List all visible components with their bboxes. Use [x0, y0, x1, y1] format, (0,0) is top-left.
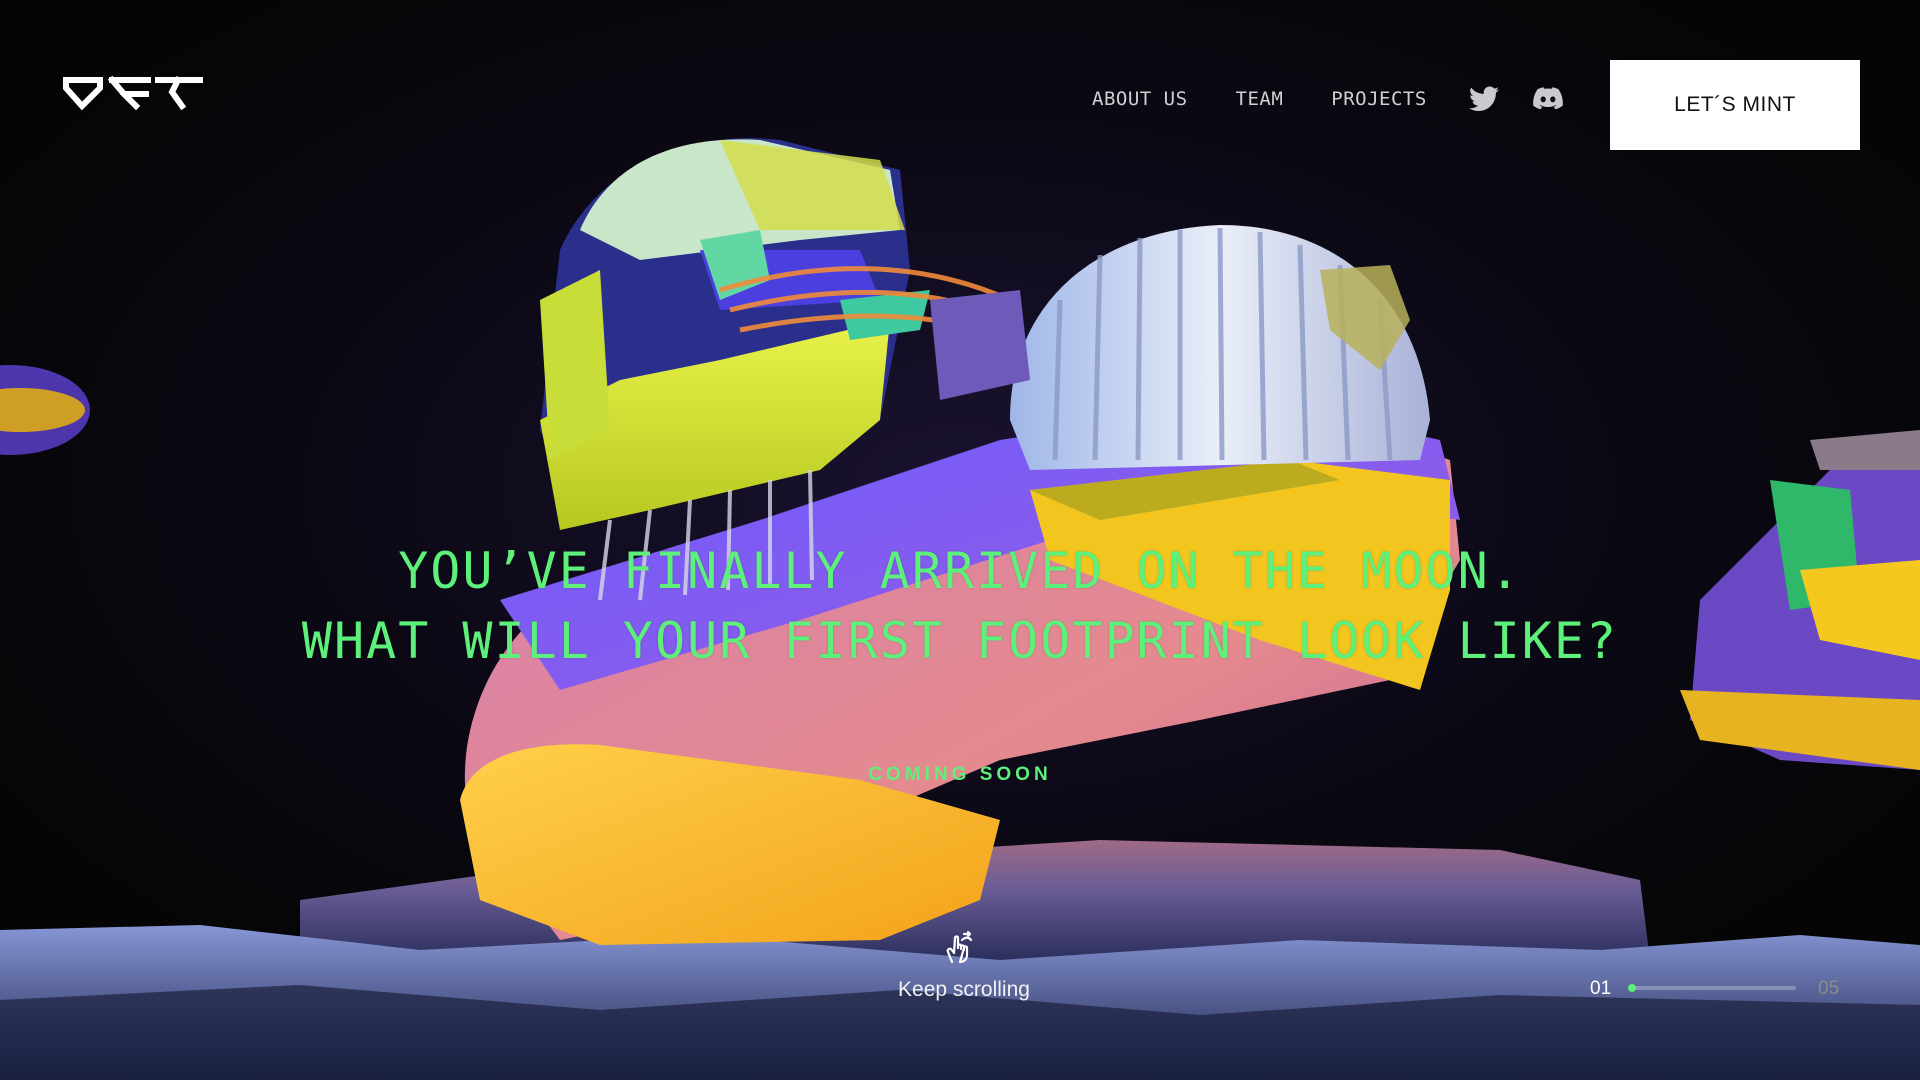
nav-projects[interactable]: PROJECTS — [1331, 88, 1427, 110]
swipe-hand-icon — [940, 928, 980, 968]
lets-mint-button[interactable]: LET´S MINT — [1610, 60, 1860, 150]
coming-soon-label: COMING SOON — [868, 764, 1052, 785]
pager-progress-bar[interactable] — [1628, 984, 1796, 992]
headline-line-1: YOU’VE FINALLY ARRIVED ON THE MOON. — [398, 542, 1522, 600]
discord-icon[interactable] — [1532, 84, 1563, 114]
twitter-icon[interactable] — [1468, 84, 1499, 114]
main-nav: ABOUT US TEAM PROJECTS — [1092, 84, 1563, 114]
hero-headline: YOU’VE FINALLY ARRIVED ON THE MOON. WHAT… — [0, 536, 1920, 676]
brand-logo[interactable] — [60, 70, 204, 112]
pager-current: 01 — [1590, 978, 1612, 999]
logo-mark-icon — [63, 75, 203, 111]
headline-line-2: WHAT WILL YOUR FIRST FOOTPRINT LOOK LIKE… — [301, 612, 1619, 670]
nav-team[interactable]: TEAM — [1236, 88, 1284, 110]
nav-about-us[interactable]: ABOUT US — [1092, 88, 1188, 110]
pager-total: 05 — [1818, 978, 1840, 999]
